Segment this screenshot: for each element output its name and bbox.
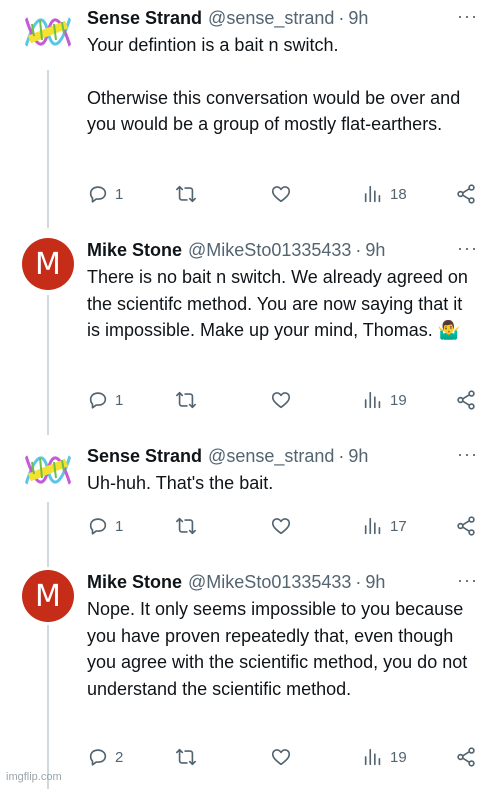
- reply-count: 1: [115, 517, 124, 535]
- retweet-button[interactable]: [175, 183, 197, 205]
- timestamp[interactable]: 9h: [348, 8, 368, 29]
- like-button[interactable]: [270, 746, 292, 768]
- tweet-text: Uh-huh. That's the bait.: [87, 470, 477, 497]
- heart-icon: [271, 392, 291, 409]
- like-button[interactable]: [270, 389, 292, 411]
- share-icon: [457, 747, 475, 767]
- separator: ·: [338, 445, 345, 466]
- tweet-text: Nope. It only seems impossible to you be…: [87, 596, 477, 702]
- reply-button[interactable]: 1: [87, 515, 123, 537]
- tweet-paragraph: Uh-huh. That's the bait.: [87, 473, 274, 493]
- share-button[interactable]: [455, 389, 477, 411]
- tweet-header: Sense Strand @sense_strand · 9h: [87, 444, 368, 468]
- author-name[interactable]: Sense Strand: [87, 8, 202, 29]
- retweet-icon: [176, 517, 196, 535]
- retweet-icon: [176, 185, 196, 203]
- tweet-paragraph: There is no bait n switch. We already ag…: [87, 267, 473, 340]
- timestamp[interactable]: 9h: [365, 572, 385, 593]
- share-icon: [457, 184, 475, 204]
- view-count: 19: [390, 748, 407, 766]
- helix-logo-icon: [24, 455, 72, 485]
- views-icon: [364, 748, 381, 766]
- retweet-button[interactable]: [175, 389, 197, 411]
- more-icon[interactable]: ···: [457, 6, 478, 27]
- views-icon: [364, 517, 381, 535]
- tweet-header: Mike Stone @MikeSto01335433 · 9h: [87, 238, 385, 262]
- avatar-mike-stone[interactable]: M: [22, 570, 74, 622]
- reply-button[interactable]: 1: [87, 183, 123, 205]
- share-icon: [457, 516, 475, 536]
- separator: ·: [338, 7, 345, 28]
- tweet[interactable]: M Mike Stone @MikeSto01335433 · 9h ··· N…: [0, 570, 500, 775]
- like-button[interactable]: [270, 183, 292, 205]
- reply-icon: [89, 749, 107, 766]
- more-icon[interactable]: ···: [457, 238, 478, 259]
- avatar-mike-stone[interactable]: M: [22, 238, 74, 290]
- timestamp[interactable]: 9h: [365, 240, 385, 261]
- avatar-sense-strand[interactable]: [22, 6, 74, 58]
- reply-count: 2: [115, 748, 124, 766]
- action-bar: 1 19: [87, 389, 482, 413]
- retweet-button[interactable]: [175, 515, 197, 537]
- reply-count: 1: [115, 391, 124, 409]
- author-handle[interactable]: @MikeSto01335433: [188, 240, 351, 261]
- views-button[interactable]: 17: [362, 515, 407, 537]
- tweet-paragraph: Nope. It only seems impossible to you be…: [87, 599, 473, 699]
- action-bar: 2 19: [87, 746, 482, 770]
- tweet-text: Your defintion is a bait n switch. Other…: [87, 32, 477, 138]
- share-button[interactable]: [455, 183, 477, 205]
- author-name[interactable]: Sense Strand: [87, 446, 202, 467]
- tweet-header: Sense Strand @sense_strand · 9h: [87, 6, 368, 30]
- reply-count: 1: [115, 185, 124, 203]
- tweet[interactable]: M Mike Stone @MikeSto01335433 · 9h ··· T…: [0, 238, 500, 418]
- author-name[interactable]: Mike Stone: [87, 572, 182, 593]
- avatar-sense-strand[interactable]: [22, 444, 74, 496]
- reply-icon: [89, 518, 107, 535]
- like-button[interactable]: [270, 515, 292, 537]
- action-bar: 1 17: [87, 515, 482, 539]
- separator: ·: [355, 239, 362, 260]
- author-handle[interactable]: @sense_strand: [208, 446, 334, 467]
- tweet-header: Mike Stone @MikeSto01335433 · 9h: [87, 570, 385, 594]
- views-button[interactable]: 19: [362, 389, 407, 411]
- view-count: 17: [390, 517, 407, 535]
- reply-icon: [89, 186, 107, 203]
- tweet-text: There is no bait n switch. We already ag…: [87, 264, 477, 344]
- view-count: 18: [390, 185, 407, 203]
- more-icon[interactable]: ···: [457, 444, 478, 465]
- share-button[interactable]: [455, 746, 477, 768]
- views-button[interactable]: 19: [362, 746, 407, 768]
- reply-button[interactable]: 1: [87, 389, 123, 411]
- heart-icon: [271, 186, 291, 203]
- author-name[interactable]: Mike Stone: [87, 240, 182, 261]
- tweet-paragraph: Otherwise this conversation would be ove…: [87, 87, 466, 135]
- separator: ·: [355, 571, 362, 592]
- retweet-icon: [176, 391, 196, 409]
- heart-icon: [271, 749, 291, 766]
- view-count: 19: [390, 391, 407, 409]
- tweet-paragraph: Your defintion is a bait n switch.: [87, 35, 339, 55]
- action-bar: 1 18: [87, 183, 482, 207]
- share-icon: [457, 390, 475, 410]
- views-icon: [364, 391, 381, 409]
- tweet[interactable]: Sense Strand @sense_strand · 9h ··· Uh-h…: [0, 444, 500, 554]
- reply-icon: [89, 392, 107, 409]
- heart-icon: [271, 518, 291, 535]
- author-handle[interactable]: @sense_strand: [208, 8, 334, 29]
- more-icon[interactable]: ···: [457, 570, 478, 591]
- timestamp[interactable]: 9h: [348, 446, 368, 467]
- retweet-button[interactable]: [175, 746, 197, 768]
- views-icon: [364, 185, 381, 203]
- retweet-icon: [176, 748, 196, 766]
- author-handle[interactable]: @MikeSto01335433: [188, 572, 351, 593]
- helix-logo-icon: [24, 17, 72, 47]
- reply-button[interactable]: 2: [87, 746, 123, 768]
- share-button[interactable]: [455, 515, 477, 537]
- views-button[interactable]: 18: [362, 183, 407, 205]
- watermark: imgflip.com: [6, 771, 62, 783]
- tweet[interactable]: Sense Strand @sense_strand · 9h ··· Your…: [0, 6, 500, 216]
